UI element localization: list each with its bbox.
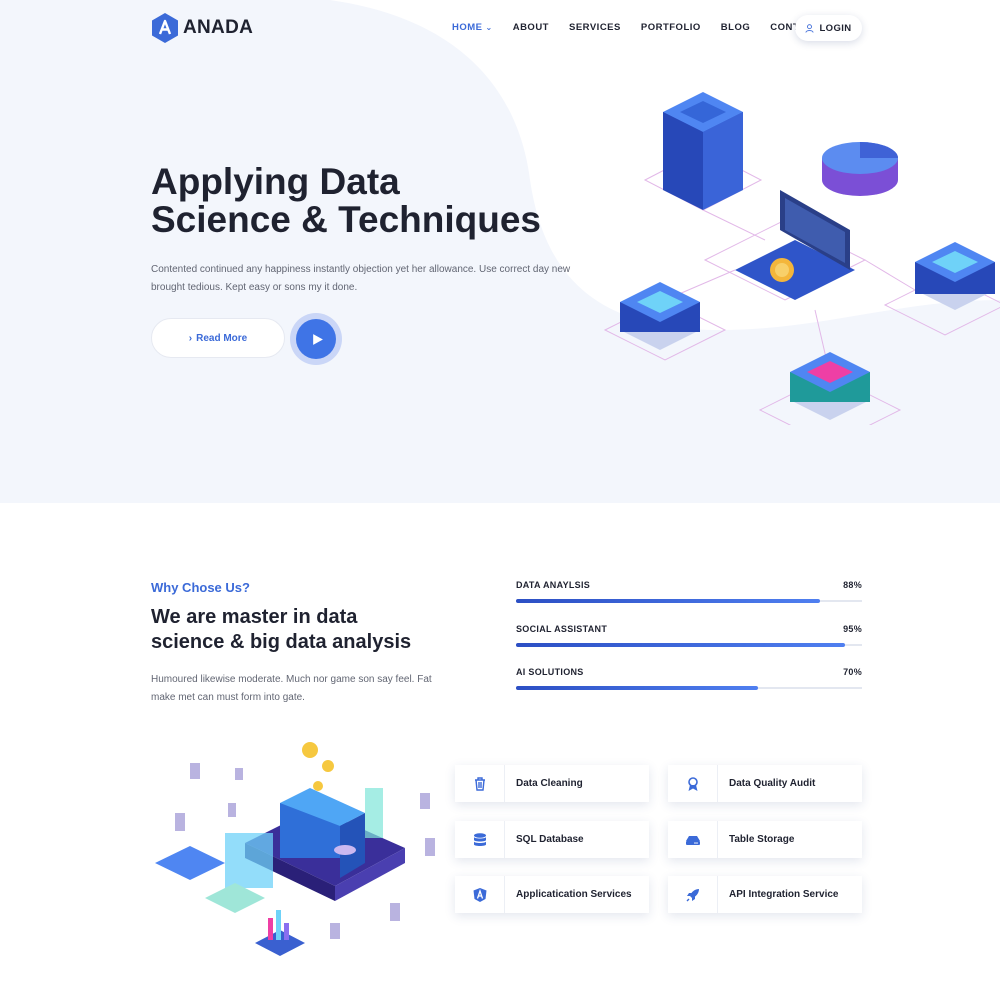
brand-logo[interactable]: ANADA: [151, 12, 253, 44]
chevron-right-icon: ›: [188, 332, 193, 344]
award-icon: [687, 776, 698, 791]
service-icon-wrap: [455, 876, 505, 913]
login-button[interactable]: LOGIN: [795, 15, 862, 41]
main-nav: HOME ⌄ ABOUT SERVICES PORTFOLIO BLOG CON…: [452, 22, 839, 33]
dashboard-screen: [155, 833, 273, 888]
skill-bar-social-assistant: SOCIAL ASSISTANT 95%: [516, 624, 862, 647]
chevron-down-icon: ⌄: [485, 23, 493, 32]
server-stack-top: [663, 92, 743, 210]
skill-header: DATA ANAYLSIS 88%: [516, 580, 862, 590]
nav-item-label: PORTFOLIO: [640, 22, 701, 33]
skill-fill: [516, 686, 759, 690]
nav-item-portfolio[interactable]: PORTFOLIO: [641, 22, 701, 33]
server-stack-right: [915, 242, 995, 310]
skill-label: DATA ANAYLSIS: [516, 580, 591, 590]
skill-label: AI SOLUTIONS: [516, 667, 584, 677]
skill-fill: [516, 643, 845, 647]
trash-icon: [474, 776, 485, 791]
skill-percent: 95%: [843, 624, 862, 634]
skill-track: [516, 686, 862, 690]
play-icon: [312, 333, 323, 345]
coins: [302, 742, 334, 791]
skill-percent: 70%: [843, 667, 862, 677]
skill-fill: [516, 599, 821, 603]
service-icon-wrap: [668, 876, 718, 913]
read-more-button[interactable]: › Read More: [151, 318, 285, 358]
section-description: Humoured likewise moderate. Much nor gam…: [151, 674, 432, 703]
section-title-line: We are master in data: [151, 606, 358, 628]
section-title-line: science & big data analysis: [151, 631, 412, 653]
play-video-button[interactable]: [290, 313, 342, 365]
database-icon: [473, 832, 486, 846]
service-icon-wrap: [668, 765, 718, 802]
logo-hexagon-icon: [152, 13, 178, 43]
server-stack-left: [620, 282, 700, 350]
service-icon-wrap: [455, 821, 505, 858]
service-card-data-quality-audit[interactable]: Data Quality Audit: [668, 765, 862, 802]
play-button-inner: [296, 319, 336, 359]
skill-bar-ai-solutions: AI SOLUTIONS 70%: [516, 667, 862, 690]
hero-title-line: Applying Data: [151, 161, 400, 202]
big-data-isometric-illustration: [155, 742, 435, 956]
cylinder-glow: [365, 788, 383, 838]
skill-label: SOCIAL ASSISTANT: [516, 624, 608, 634]
nav-item-label: SERVICES: [568, 22, 621, 33]
skill-percent: 88%: [843, 580, 862, 590]
service-card-data-cleaning[interactable]: Data Cleaning: [455, 765, 649, 802]
nav-item-blog[interactable]: BLOG: [721, 22, 750, 33]
bar-stand: [255, 910, 305, 956]
service-label: API Integration Service: [729, 889, 839, 900]
hdd-icon: [685, 835, 700, 845]
service-icon-wrap: [668, 821, 718, 858]
nav-item-home[interactable]: HOME ⌄: [452, 22, 493, 33]
nav-item-label: BLOG: [720, 22, 751, 33]
data-science-isometric-illustration: [603, 92, 1000, 425]
login-label: LOGIN: [819, 22, 852, 34]
pie-chart-3d: [822, 142, 898, 196]
service-card-api-integration[interactable]: API Integration Service: [668, 876, 862, 913]
skill-bar-data-analysis: DATA ANAYLSIS 88%: [516, 580, 862, 603]
user-icon: [805, 23, 815, 33]
angular-icon: [473, 887, 486, 902]
service-label: Data Quality Audit: [729, 778, 816, 789]
rocket-icon: [686, 888, 699, 901]
hero-description: Contented continued any happiness instan…: [151, 264, 571, 293]
hero-title-line: Science & Techniques: [151, 199, 541, 240]
nav-item-services[interactable]: SERVICES: [569, 22, 621, 33]
cylinder: [334, 845, 356, 855]
nav-item-label: ABOUT: [512, 22, 549, 33]
section-kicker: Why Chose Us?: [151, 580, 250, 595]
service-label: Applicatication Services: [516, 889, 632, 900]
nav-item-label: HOME: [452, 22, 483, 33]
hero-title: Applying Data Science & Techniques: [151, 163, 571, 239]
service-icon-wrap: [455, 765, 505, 802]
nav-item-about[interactable]: ABOUT: [513, 22, 549, 33]
service-card-application-services[interactable]: Applicatication Services: [455, 876, 649, 913]
service-label: SQL Database: [516, 834, 584, 845]
skill-header: AI SOLUTIONS 70%: [516, 667, 862, 677]
service-label: Data Cleaning: [516, 778, 583, 789]
skill-track: [516, 599, 862, 603]
brand-name: ANADA: [183, 17, 254, 38]
service-card-sql-database[interactable]: SQL Database: [455, 821, 649, 858]
service-label: Table Storage: [729, 834, 795, 845]
section-title: We are master in data science & big data…: [151, 605, 451, 655]
skill-header: SOCIAL ASSISTANT 95%: [516, 624, 862, 634]
service-card-table-storage[interactable]: Table Storage: [668, 821, 862, 858]
read-more-label: Read More: [196, 332, 248, 344]
server-stack-bottom: [790, 352, 870, 420]
skill-track: [516, 643, 862, 647]
